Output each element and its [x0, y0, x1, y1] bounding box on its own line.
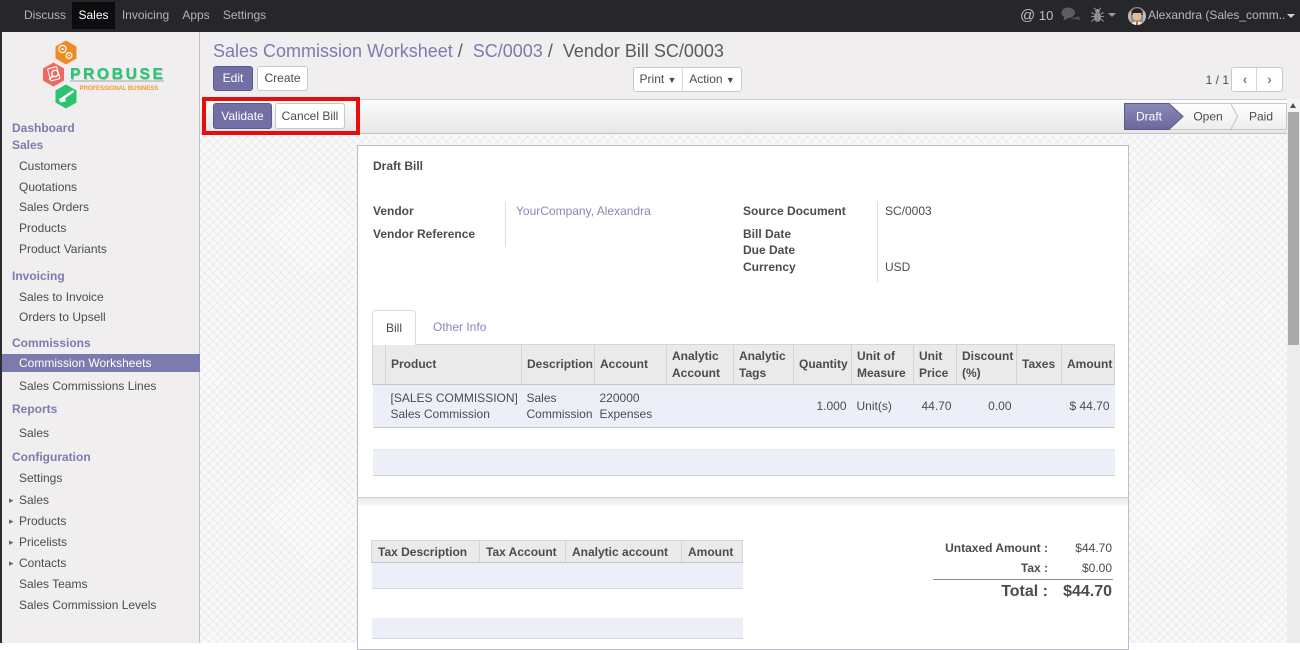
svg-text:PROBUSE: PROBUSE — [70, 66, 166, 83]
svg-text:Open: Open — [1193, 110, 1222, 124]
svg-text:PROFESSIONAL BUSINESS: PROFESSIONAL BUSINESS — [80, 85, 159, 92]
svg-text:Draft: Draft — [1136, 110, 1163, 124]
svg-text:Paid: Paid — [1249, 110, 1273, 124]
